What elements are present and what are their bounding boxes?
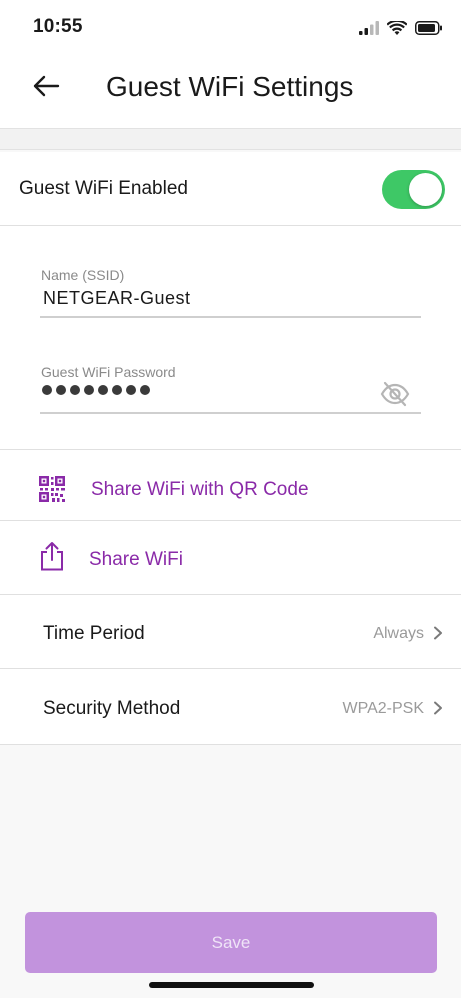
share-icon xyxy=(41,542,63,571)
status-icons xyxy=(359,18,443,38)
guest-wifi-toggle[interactable] xyxy=(382,170,445,209)
time-period-row[interactable]: Time Period Always xyxy=(0,595,461,669)
section-divider xyxy=(0,128,461,150)
status-bar: 10:55 xyxy=(0,0,461,56)
back-arrow-icon xyxy=(33,75,60,97)
password-input[interactable] xyxy=(42,385,150,395)
password-mask-dot xyxy=(42,385,52,395)
share-wifi-row[interactable]: Share WiFi xyxy=(0,521,461,595)
battery-icon xyxy=(415,21,442,35)
time-period-label: Time Period xyxy=(43,623,145,644)
header: Guest WiFi Settings xyxy=(0,56,461,128)
save-button[interactable]: Save xyxy=(25,912,437,973)
time-period-value: Always xyxy=(373,625,424,642)
qr-code-icon xyxy=(39,476,65,502)
guest-wifi-enabled-label: Guest WiFi Enabled xyxy=(19,178,188,199)
wifi-icon xyxy=(387,20,407,35)
status-time: 10:55 xyxy=(33,16,83,37)
security-method-label: Security Method xyxy=(43,698,181,719)
security-method-row[interactable]: Security Method WPA2-PSK xyxy=(0,669,461,745)
share-wifi-label: Share WiFi xyxy=(89,549,183,570)
password-mask-dot xyxy=(70,385,80,395)
password-mask-dot xyxy=(112,385,122,395)
home-indicator xyxy=(149,982,314,988)
password-mask-dot xyxy=(56,385,66,395)
ssid-underline xyxy=(40,316,421,318)
eye-off-icon[interactable] xyxy=(380,381,410,407)
password-mask-dot xyxy=(84,385,94,395)
password-underline xyxy=(40,412,421,414)
password-mask-dot xyxy=(98,385,108,395)
save-label: Save xyxy=(211,932,251,952)
share-qr-row[interactable]: Share WiFi with QR Code xyxy=(0,450,461,521)
password-label: Guest WiFi Password xyxy=(41,364,176,380)
toggle-knob xyxy=(409,173,442,206)
password-mask-dot xyxy=(126,385,136,395)
share-qr-label: Share WiFi with QR Code xyxy=(91,479,309,500)
chevron-right-icon xyxy=(434,626,442,640)
page-title: Guest WiFi Settings xyxy=(106,71,354,102)
password-mask-dot xyxy=(140,385,150,395)
security-method-value: WPA2-PSK xyxy=(342,700,425,717)
wifi-credentials-form xyxy=(0,226,461,450)
cellular-signal-icon xyxy=(359,21,379,35)
back-button[interactable] xyxy=(30,70,62,102)
chevron-right-icon xyxy=(434,701,442,715)
ssid-input[interactable]: NETGEAR-Guest xyxy=(43,288,191,309)
ssid-label: Name (SSID) xyxy=(41,267,125,283)
